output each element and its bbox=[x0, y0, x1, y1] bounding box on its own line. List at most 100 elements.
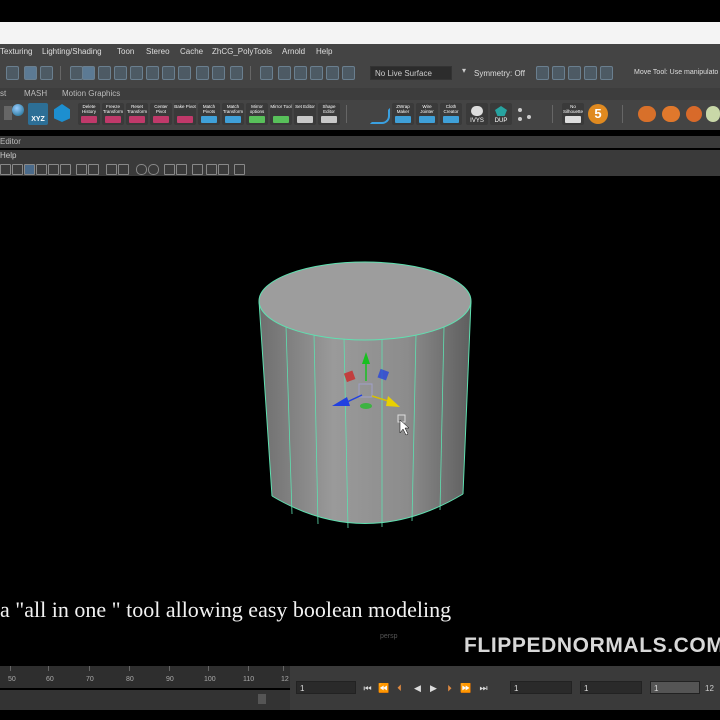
symmetry-dropdown-icon[interactable]: ▾ bbox=[462, 66, 466, 75]
make-live-icon[interactable] bbox=[230, 66, 243, 80]
pivot-icon[interactable] bbox=[536, 66, 549, 80]
image-plane-icon[interactable] bbox=[36, 164, 47, 175]
anim-end-field[interactable]: 12 bbox=[705, 684, 714, 693]
step-back-key-icon[interactable]: ⏴ bbox=[394, 683, 405, 694]
field-chart-icon[interactable] bbox=[106, 164, 117, 175]
lasso-select-icon[interactable] bbox=[342, 66, 355, 80]
hypershade-icon[interactable] bbox=[310, 66, 323, 80]
center-pivot-button[interactable]: Center Pivot bbox=[150, 103, 172, 125]
textured-icon[interactable] bbox=[164, 164, 175, 175]
isolate-select-icon[interactable] bbox=[234, 164, 245, 175]
lighting-icon[interactable] bbox=[176, 164, 187, 175]
grid-toggle-icon[interactable] bbox=[48, 164, 59, 175]
gate-mask-icon[interactable] bbox=[88, 164, 99, 175]
step-forward-key-icon[interactable]: ⏵ bbox=[444, 683, 455, 694]
time-slider[interactable]: 50 60 70 80 90 100 110 12 bbox=[0, 666, 290, 688]
cube-shelf-icon[interactable] bbox=[54, 104, 70, 122]
orange-tool-icon[interactable] bbox=[662, 106, 680, 122]
bake-pivot-button[interactable]: Bake Pivot bbox=[174, 103, 196, 125]
xz-plane-handle-icon[interactable] bbox=[360, 403, 372, 409]
mirror-options-button[interactable]: Mirror options bbox=[246, 103, 268, 125]
menu-lighting-shading[interactable]: Lighting/Shading bbox=[42, 44, 102, 60]
mirror-tool-button[interactable]: Mirror Tool bbox=[270, 103, 292, 125]
cloth-creator-button[interactable]: Cloth Creator bbox=[440, 103, 462, 125]
resolution-gate-icon[interactable] bbox=[76, 164, 87, 175]
camera-select-icon[interactable] bbox=[0, 164, 11, 175]
shadows-icon[interactable] bbox=[192, 164, 203, 175]
fruit-tool-icon[interactable] bbox=[638, 106, 656, 122]
zwrap-maker-button[interactable]: ZWrap Maker bbox=[392, 103, 414, 125]
question-icon[interactable] bbox=[196, 66, 209, 80]
snap-view-plane-icon[interactable] bbox=[130, 66, 143, 80]
symmetry-label[interactable]: Symmetry: Off bbox=[474, 69, 525, 78]
paint-select-icon[interactable] bbox=[40, 66, 53, 80]
xyz-button[interactable]: XYZ bbox=[28, 103, 48, 125]
panel-icon[interactable] bbox=[568, 66, 581, 80]
range-inner-field[interactable]: 1 bbox=[580, 681, 642, 694]
play-forward-icon[interactable]: ▶ bbox=[428, 683, 439, 694]
step-back-frame-icon[interactable]: ⏪ bbox=[378, 683, 389, 694]
select-object-icon[interactable] bbox=[178, 66, 191, 80]
curve-tool-icon[interactable] bbox=[370, 108, 390, 124]
menu-cache[interactable]: Cache bbox=[180, 44, 203, 60]
dup-button[interactable]: DUP bbox=[490, 103, 512, 125]
snap-live-icon[interactable] bbox=[146, 66, 159, 80]
number-badge-button[interactable]: 5 bbox=[588, 104, 608, 124]
step-forward-frame-icon[interactable]: ⏩ bbox=[460, 683, 471, 694]
xray-joints-icon[interactable] bbox=[218, 164, 229, 175]
select-component-icon[interactable] bbox=[212, 66, 225, 80]
shelf-tab-mash[interactable]: MASH bbox=[24, 88, 47, 100]
menu-toon[interactable]: Toon bbox=[117, 44, 134, 60]
range-slider-handle[interactable] bbox=[258, 694, 266, 704]
camera-attr-icon[interactable] bbox=[12, 164, 23, 175]
viewport-menu-help[interactable]: Help bbox=[0, 150, 16, 162]
menu-zhcg-polytools[interactable]: ZhCG_PolyTools bbox=[212, 44, 272, 60]
wireframe-icon[interactable] bbox=[136, 164, 147, 175]
match-pivots-button[interactable]: Match Pivots bbox=[198, 103, 220, 125]
select-hierarchy-icon[interactable] bbox=[162, 66, 175, 80]
range-start-field[interactable]: 1 bbox=[510, 681, 572, 694]
snap-curve-icon[interactable] bbox=[98, 66, 111, 80]
smooth-shade-icon[interactable] bbox=[148, 164, 159, 175]
render-view-icon[interactable] bbox=[326, 66, 339, 80]
live-surface-field[interactable]: No Live Surface bbox=[370, 66, 452, 80]
snap-grid-icon[interactable] bbox=[82, 66, 95, 80]
grid-icon[interactable] bbox=[584, 66, 597, 80]
set-editor-button[interactable]: Set Editor bbox=[294, 103, 316, 125]
wire-jointer-button[interactable]: Wire Jointer bbox=[416, 103, 438, 125]
render-settings-icon[interactable] bbox=[294, 66, 307, 80]
go-to-start-icon[interactable]: ⏮ bbox=[362, 683, 373, 694]
ivys-button[interactable]: IVYS bbox=[466, 103, 488, 125]
range-slider[interactable] bbox=[0, 690, 290, 710]
safe-action-icon[interactable] bbox=[118, 164, 129, 175]
reset-transform-button[interactable]: Reset Transform bbox=[126, 103, 148, 125]
menu-help[interactable]: Help bbox=[316, 44, 332, 60]
leaf-tool-icon[interactable] bbox=[706, 106, 720, 122]
shelf-tab-st[interactable]: st bbox=[0, 88, 6, 100]
graph-nodes-icon[interactable] bbox=[516, 106, 534, 122]
xray-icon[interactable] bbox=[206, 164, 217, 175]
menu-texturing[interactable]: Texturing bbox=[0, 44, 32, 60]
peach-tool-icon[interactable] bbox=[686, 106, 702, 122]
film-gate-icon[interactable] bbox=[60, 164, 71, 175]
cube-icon[interactable] bbox=[600, 66, 613, 80]
viewport-3d[interactable] bbox=[0, 176, 720, 660]
menu-stereo[interactable]: Stereo bbox=[146, 44, 170, 60]
ipr-render-icon[interactable] bbox=[278, 66, 291, 80]
no-silhouette-button[interactable]: No Silhouette bbox=[562, 103, 584, 125]
menu-arnold[interactable]: Arnold bbox=[282, 44, 305, 60]
current-frame-field[interactable]: 1 bbox=[296, 681, 356, 694]
anim-start-field[interactable]: 1 bbox=[650, 681, 700, 694]
layout-icon[interactable] bbox=[552, 66, 565, 80]
shelf-tab-motion-graphics[interactable]: Motion Graphics bbox=[62, 88, 120, 100]
play-backward-icon[interactable]: ◀ bbox=[412, 683, 423, 694]
cylinder-top-cap[interactable] bbox=[258, 261, 472, 341]
delete-history-button[interactable]: Delete History bbox=[78, 103, 100, 125]
render-icon[interactable] bbox=[260, 66, 273, 80]
go-to-end-icon[interactable]: ⏭ bbox=[478, 683, 489, 694]
shape-editor-button[interactable]: Shape Editor bbox=[318, 103, 340, 125]
freeze-transform-button[interactable]: Freeze Transform bbox=[102, 103, 124, 125]
match-transform-button[interactable]: Match Transform bbox=[222, 103, 244, 125]
lasso-tool-icon[interactable] bbox=[24, 66, 37, 80]
snap-point-icon[interactable] bbox=[114, 66, 127, 80]
